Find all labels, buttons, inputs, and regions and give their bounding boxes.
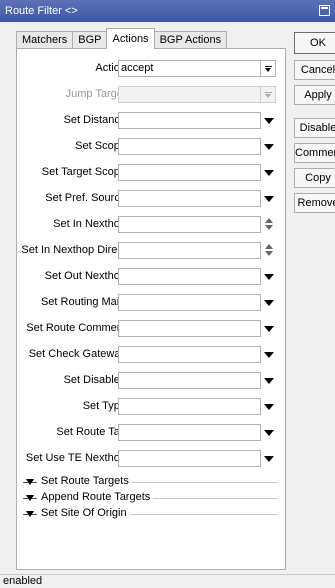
cancel-button[interactable]: Cancel <box>294 60 335 80</box>
ok-button[interactable]: OK <box>294 32 335 54</box>
set-out-nexthop-label: Set Out Nexthop: <box>44 270 129 282</box>
window-title: Route Filter <> <box>5 5 78 17</box>
chevron-down-icon <box>265 68 271 72</box>
tab-matchers[interactable]: Matchers <box>16 31 74 49</box>
dropdown-arrow-icon[interactable] <box>264 456 274 462</box>
collapse-icon[interactable] <box>23 510 37 518</box>
set-pref-source-label: Set Pref. Source: <box>45 192 129 204</box>
actions-panel: Action: accept Jump Target: Set Distance… <box>16 48 286 570</box>
disable-button[interactable]: Disable <box>294 118 335 138</box>
group-label: Append Route Targets <box>41 491 154 503</box>
set-distance-row: Set Distance: <box>17 112 287 132</box>
set-type-field[interactable] <box>118 398 261 415</box>
set-routing-mark-label: Set Routing Mark: <box>40 296 129 308</box>
down-icon <box>265 225 273 230</box>
jump-target-field <box>118 86 261 103</box>
dropdown-arrow-icon[interactable] <box>264 404 274 410</box>
collapse-icon[interactable] <box>23 494 37 502</box>
collapse-icon[interactable] <box>23 478 37 486</box>
action-select[interactable]: accept <box>118 60 261 77</box>
set-use-te-nexthop-field[interactable] <box>118 450 261 467</box>
set-routing-mark-field[interactable] <box>118 294 261 311</box>
set-disabled-row: Set Disabled: <box>17 372 287 392</box>
dropdown-arrow-icon[interactable] <box>264 196 274 202</box>
set-route-comment-row: Set Route Comment: <box>17 320 287 340</box>
set-in-nexthop-row: Set In Nexthop: <box>17 216 287 236</box>
triangle-down-icon <box>26 479 34 485</box>
comment-button[interactable]: Comment <box>294 143 335 163</box>
set-pref-source-row: Set Pref. Source: <box>17 190 287 210</box>
dropdown-arrow-icon[interactable] <box>264 430 274 436</box>
set-distance-field[interactable] <box>118 112 261 129</box>
set-disabled-field[interactable] <box>118 372 261 389</box>
set-in-nexthop-field[interactable] <box>118 216 261 233</box>
line-icon <box>265 66 272 67</box>
set-pref-source-field[interactable] <box>118 190 261 207</box>
set-target-scope-label: Set Target Scope: <box>41 166 129 178</box>
set-check-gateway-row: Set Check Gateway: <box>17 346 287 366</box>
set-out-nexthop-field[interactable] <box>118 268 261 285</box>
set-scope-row: Set Scope: <box>17 138 287 158</box>
jump-target-row: Jump Target: <box>17 86 287 106</box>
dropdown-arrow-icon[interactable] <box>264 326 274 332</box>
jump-target-dropdown-button <box>260 86 276 103</box>
tab-bgp-actions[interactable]: BGP Actions <box>153 31 228 49</box>
dropdown-arrow-icon[interactable] <box>264 352 274 358</box>
tab-bgp[interactable]: BGP <box>72 31 108 49</box>
set-route-tag-field[interactable] <box>118 424 261 441</box>
status-text: enabled <box>3 575 43 587</box>
chevron-down-icon <box>265 94 271 98</box>
set-route-comment-field[interactable] <box>118 320 261 337</box>
set-target-scope-row: Set Target Scope: <box>17 164 287 184</box>
set-route-comment-label: Set Route Comment: <box>26 322 129 334</box>
maximize-icon[interactable] <box>319 5 330 16</box>
set-type-row: Set Type: <box>17 398 287 418</box>
set-route-tag-row: Set Route Tag: <box>17 424 287 444</box>
set-in-nexthop-direct-field[interactable] <box>118 242 261 259</box>
tab-actions[interactable]: Actions <box>106 28 155 49</box>
action-dropdown-button[interactable] <box>260 60 276 77</box>
action-row: Action: accept <box>17 60 287 80</box>
set-check-gateway-field[interactable] <box>118 346 261 363</box>
line-icon <box>265 92 272 93</box>
set-routing-mark-row: Set Routing Mark: <box>17 294 287 314</box>
up-icon <box>265 218 273 223</box>
group-set-route-targets[interactable]: Set Route Targets <box>23 475 278 489</box>
group-append-route-targets[interactable]: Append Route Targets <box>23 491 278 505</box>
set-target-scope-field[interactable] <box>118 164 261 181</box>
dropdown-arrow-icon[interactable] <box>264 144 274 150</box>
triangle-down-icon <box>26 495 34 501</box>
dropdown-arrow-icon[interactable] <box>264 378 274 384</box>
up-icon <box>265 244 273 249</box>
dropdown-arrow-icon[interactable] <box>264 118 274 124</box>
set-use-te-nexthop-label: Set Use TE Nexthop: <box>25 452 129 464</box>
dropdown-arrow-icon[interactable] <box>264 274 274 280</box>
down-icon <box>265 251 273 256</box>
copy-button[interactable]: Copy <box>294 168 335 188</box>
set-check-gateway-label: Set Check Gateway: <box>28 348 129 360</box>
title-bar[interactable]: Route Filter <> <box>0 0 335 22</box>
dropdown-arrow-icon[interactable] <box>264 300 274 306</box>
remove-button[interactable]: Remove <box>294 193 335 213</box>
set-in-nexthop-direct-label: Set In Nexthop Direct: <box>21 244 129 256</box>
set-out-nexthop-row: Set Out Nexthop: <box>17 268 287 288</box>
set-scope-field[interactable] <box>118 138 261 155</box>
group-label: Set Route Targets <box>41 475 132 487</box>
up-down-icon[interactable] <box>265 244 274 257</box>
up-down-icon[interactable] <box>265 218 274 231</box>
group-set-site-of-origin[interactable]: Set Site Of Origin <box>23 507 278 521</box>
tab-bar: Matchers BGP Actions BGP Actions <box>16 28 228 49</box>
route-filter-window: Route Filter <> Matchers BGP Actions BGP… <box>0 0 335 588</box>
apply-button[interactable]: Apply <box>294 85 335 105</box>
triangle-down-icon <box>26 511 34 517</box>
status-bar: enabled <box>0 574 335 588</box>
set-use-te-nexthop-row: Set Use TE Nexthop: <box>17 450 287 470</box>
dropdown-arrow-icon[interactable] <box>264 170 274 176</box>
set-in-nexthop-direct-row: Set In Nexthop Direct: <box>17 242 287 262</box>
group-label: Set Site Of Origin <box>41 507 130 519</box>
